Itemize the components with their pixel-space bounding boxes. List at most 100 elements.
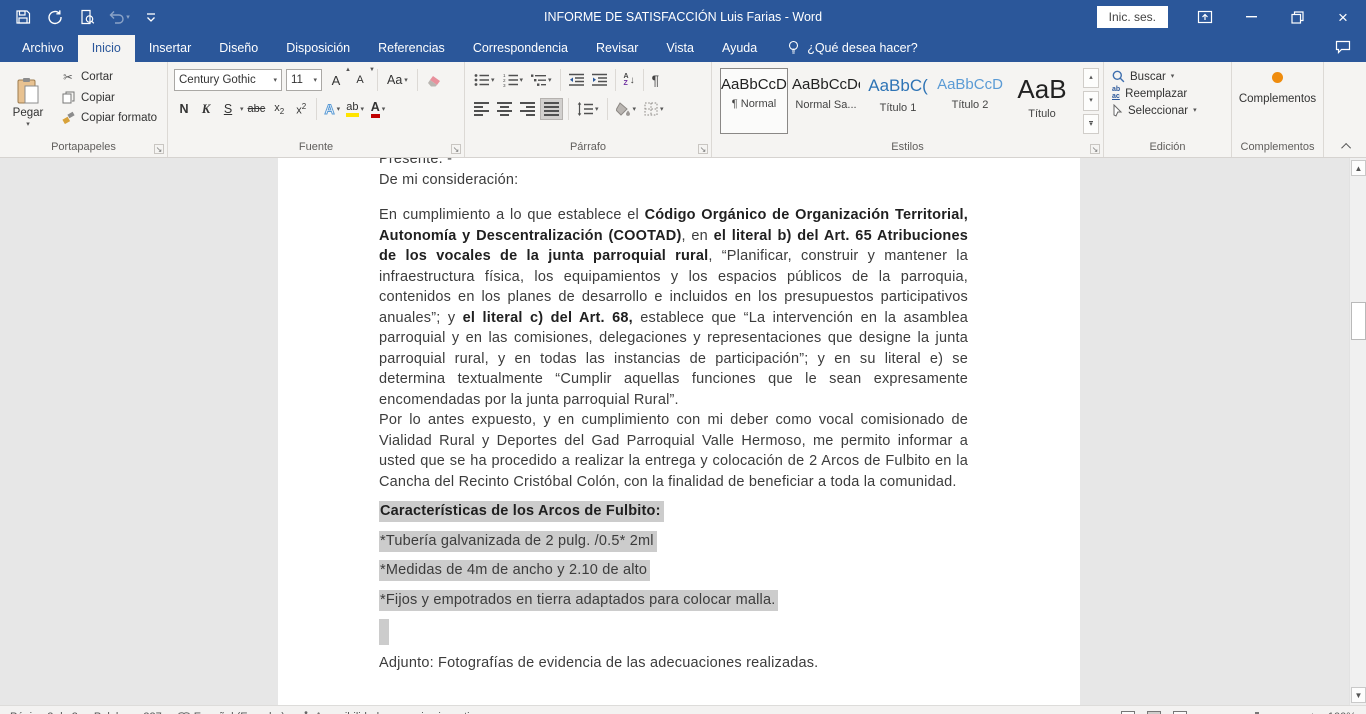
grow-font-button[interactable]: A▲ <box>326 69 346 91</box>
text-highlight-button[interactable]: ab▾ <box>344 98 366 120</box>
copy-button[interactable]: Copiar <box>56 89 161 106</box>
dialog-launcher-icon[interactable]: ↘ <box>451 144 461 154</box>
tab-insertar[interactable]: Insertar <box>135 35 205 62</box>
clear-formatting-button[interactable] <box>425 69 445 91</box>
page-indicator[interactable]: Página 2 de 3 <box>10 711 78 714</box>
shading-button[interactable]: ▾ <box>613 98 640 120</box>
tab-revisar[interactable]: Revisar <box>582 35 652 62</box>
print-layout-icon[interactable] <box>1147 711 1161 714</box>
underline-dropdown-icon[interactable]: ▾ <box>240 106 244 113</box>
bullets-button[interactable]: ▾ <box>471 69 498 91</box>
customize-qat-icon[interactable] <box>138 4 164 30</box>
group-label-parrafo: Párrafo↘ <box>465 140 711 157</box>
superscript-button[interactable]: x2 <box>291 98 311 120</box>
web-layout-icon[interactable] <box>1173 711 1187 714</box>
dialog-launcher-icon[interactable]: ↘ <box>1090 144 1100 154</box>
italic-button[interactable]: K <box>196 98 216 120</box>
eraser-icon <box>427 74 442 87</box>
borders-button[interactable]: ▾ <box>641 98 667 120</box>
doc-paragraph: En cumplimiento a lo que establece el Có… <box>379 205 968 410</box>
increase-indent-button[interactable] <box>589 69 610 91</box>
font-size-combobox[interactable]: 11▾ <box>286 69 322 91</box>
show-marks-button[interactable]: ¶ <box>649 69 663 91</box>
strikethrough-button[interactable]: abc <box>246 98 268 120</box>
tab-ayuda[interactable]: Ayuda <box>708 35 771 62</box>
style-normal-sa[interactable]: AaBbCcDcNormal Sa... <box>792 68 860 134</box>
comment-icon[interactable] <box>1328 36 1358 58</box>
font-color-button[interactable]: A▾ <box>368 98 388 120</box>
scroll-up-icon[interactable]: ▲ <box>1351 160 1366 176</box>
tab-disposicion[interactable]: Disposición <box>272 35 364 62</box>
style-titulo-2[interactable]: AaBbCcDTítulo 2 <box>936 68 1004 134</box>
accessibility-status[interactable]: Accesibilidad: es preciso investigar <box>301 711 486 714</box>
numbering-button[interactable]: 123 ▾ <box>500 69 527 91</box>
zoom-level[interactable]: 100% <box>1328 711 1356 714</box>
style-titulo-1[interactable]: AaBbC(Título 1 <box>864 68 932 134</box>
addins-button[interactable]: Complementos <box>1232 72 1323 105</box>
tab-correspondencia[interactable]: Correspondencia <box>459 35 582 62</box>
scroll-down-icon[interactable]: ▼ <box>1351 687 1366 703</box>
language-indicator[interactable]: Español (Ecuador) <box>178 711 285 714</box>
word-count[interactable]: Palabras: 337 <box>94 711 162 714</box>
read-mode-icon[interactable] <box>1121 711 1135 714</box>
group-fuente: Century Gothic▾ 11▾ A▲ A▼ Aa▾ N K S ▾ ab… <box>168 62 465 157</box>
undo-icon[interactable]: ▾ <box>106 4 132 30</box>
scrollbar-thumb[interactable] <box>1351 302 1366 340</box>
borders-icon <box>644 102 658 116</box>
sort-button[interactable]: AZ↓ <box>621 69 638 91</box>
save-icon[interactable] <box>10 4 36 30</box>
multilevel-list-button[interactable]: ▾ <box>528 69 555 91</box>
style-titulo[interactable]: AaBTítulo <box>1008 68 1076 134</box>
tab-archivo[interactable]: Archivo <box>8 35 78 62</box>
paste-button[interactable]: Pegar ▾ <box>6 68 50 136</box>
align-left-button[interactable] <box>471 98 492 120</box>
styles-more-icon[interactable]: ▾ <box>1083 114 1099 134</box>
cut-button[interactable]: ✂Cortar <box>56 68 161 86</box>
document-page[interactable]: Presente. - De mi consideración: En cump… <box>278 158 1080 705</box>
font-name-combobox[interactable]: Century Gothic▾ <box>174 69 282 91</box>
subscript-button[interactable]: x2 <box>269 98 289 120</box>
restore-icon[interactable] <box>1274 0 1320 34</box>
selected-line: *Tubería galvanizada de 2 pulg. /0.5* 2m… <box>379 531 968 552</box>
minimize-icon[interactable] <box>1228 0 1274 34</box>
align-center-button[interactable] <box>494 98 515 120</box>
print-preview-icon[interactable] <box>74 4 100 30</box>
ribbon-display-options-icon[interactable] <box>1182 0 1228 34</box>
select-button[interactable]: Seleccionar▾ <box>1112 104 1197 117</box>
tab-referencias[interactable]: Referencias <box>364 35 459 62</box>
tab-vista[interactable]: Vista <box>652 35 708 62</box>
undo-dropdown-icon[interactable]: ▾ <box>126 14 130 21</box>
replace-button[interactable]: abac Reemplazar <box>1112 87 1197 100</box>
dialog-launcher-icon[interactable]: ↘ <box>154 144 164 154</box>
scissors-icon: ✂ <box>60 70 76 84</box>
style-normal[interactable]: AaBbCcDc¶ Normal <box>720 68 788 134</box>
collapse-ribbon-icon[interactable] <box>1338 139 1356 153</box>
styles-scroll-up-icon[interactable]: ▴ <box>1083 68 1099 88</box>
change-case-button[interactable]: Aa▾ <box>385 69 410 91</box>
tell-me-box[interactable]: ¿Qué desea hacer? <box>777 34 928 62</box>
zoom-in-icon[interactable]: + <box>1309 711 1315 714</box>
format-painter-button[interactable]: Copiar formato <box>56 109 161 126</box>
underline-button[interactable]: S <box>218 98 238 120</box>
find-button[interactable]: Buscar▾ <box>1112 70 1197 83</box>
group-label-fuente: Fuente↘ <box>168 140 464 157</box>
close-icon[interactable]: × <box>1320 0 1366 34</box>
repeat-icon[interactable] <box>42 4 68 30</box>
document-area[interactable]: Presente. - De mi consideración: En cump… <box>0 158 1349 705</box>
shrink-font-button[interactable]: A▼ <box>350 69 370 91</box>
line-spacing-button[interactable]: ▾ <box>574 98 602 120</box>
justify-button[interactable] <box>540 98 563 120</box>
decrease-indent-button[interactable] <box>566 69 587 91</box>
tab-diseno[interactable]: Diseño <box>205 35 272 62</box>
dialog-launcher-icon[interactable]: ↘ <box>698 144 708 154</box>
styles-scroll-down-icon[interactable]: ▾ <box>1083 91 1099 111</box>
vertical-scrollbar[interactable]: ▲ ▼ <box>1349 158 1366 705</box>
zoom-out-icon[interactable]: − <box>1199 711 1205 714</box>
paste-dropdown-icon[interactable]: ▾ <box>26 121 30 128</box>
tab-inicio[interactable]: Inicio <box>78 35 135 62</box>
text-effects-button[interactable]: A▾ <box>322 98 342 120</box>
bold-button[interactable]: N <box>174 98 194 120</box>
sign-in-button[interactable]: Inic. ses. <box>1097 6 1168 28</box>
selected-line: *Fijos y empotrados en tierra adaptados … <box>379 590 968 611</box>
align-right-button[interactable] <box>517 98 538 120</box>
